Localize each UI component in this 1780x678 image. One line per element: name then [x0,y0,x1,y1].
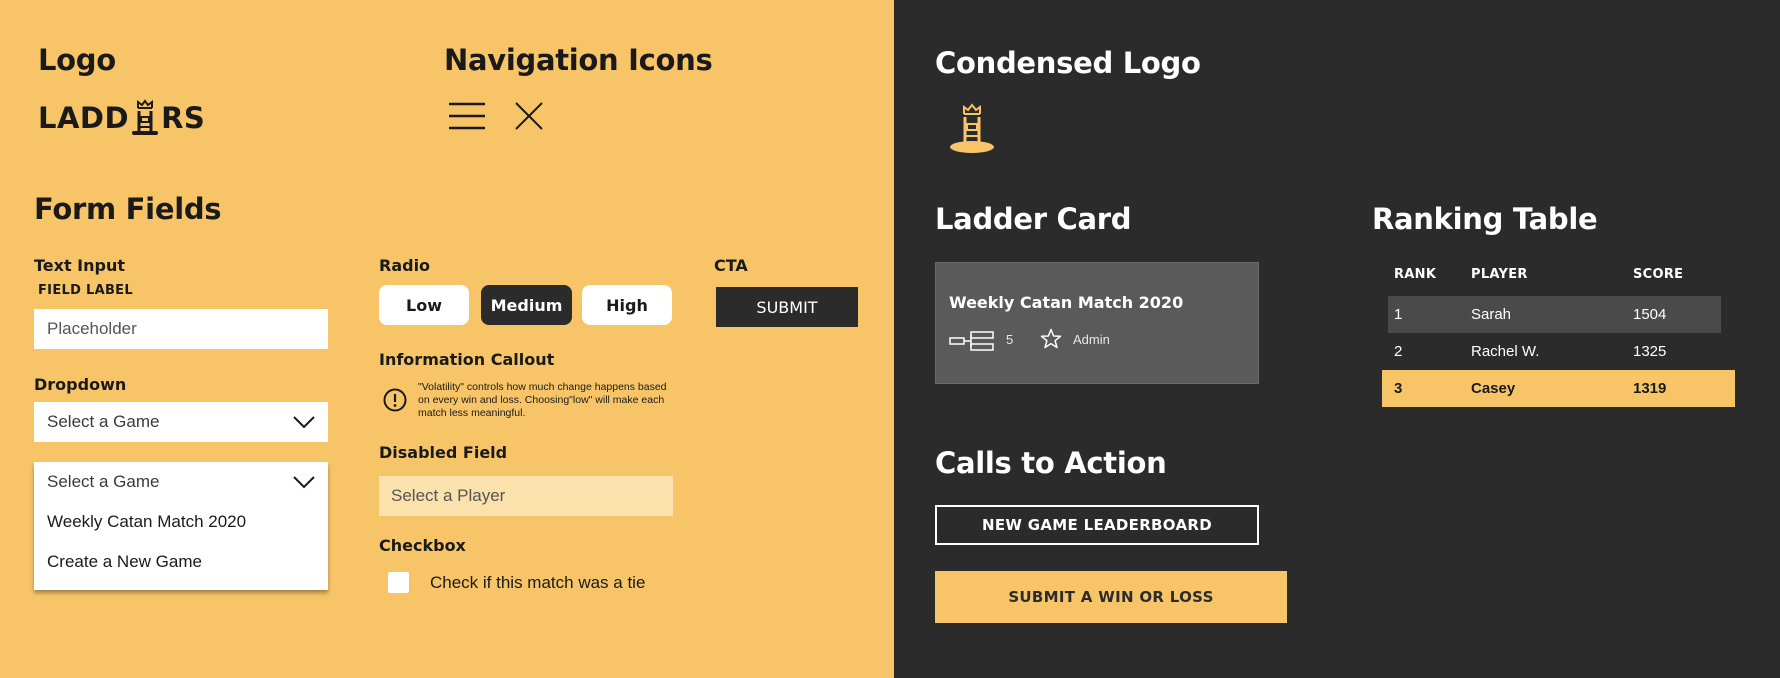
cta-title: CTA [714,256,748,275]
ladder-card-title: Weekly Catan Match 2020 [949,293,1184,312]
ladder-card-count: 5 [1006,332,1014,347]
player-cell: Casey [1471,380,1516,397]
dropdown-option[interactable]: Create a New Game [34,542,328,582]
logo-heading: Logo [38,43,116,77]
score-column-header: SCORE [1633,267,1684,282]
right-panel: Condensed Logo Ladder Card Weekly Catan … [894,0,1780,678]
score-cell: 1325 [1633,343,1667,360]
left-panel: Logo LADD RS Navigation Icons Form Field… [0,0,894,678]
chevron-down-icon [293,476,315,489]
tie-checkbox-label: Check if this match was a tie [430,573,646,592]
ladders-logo: LADD RS [38,98,205,138]
rank-cell: 1 [1394,306,1403,323]
ranking-table-heading: Ranking Table [1372,202,1598,236]
chevron-down-icon [293,416,315,429]
table-row-highlighted[interactable]: 3 Casey 1319 [1382,370,1735,407]
logo-text-end: RS [161,101,206,135]
score-cell: 1504 [1633,306,1667,323]
player-select-value: Select a Player [391,486,506,505]
ladder-card-heading: Ladder Card [935,202,1132,236]
new-leaderboard-button[interactable]: NEW GAME LEADERBOARD [935,505,1259,545]
player-column-header: PLAYER [1471,267,1528,282]
ladder-card-role: Admin [1073,332,1110,347]
logo-text-start: LADD [38,101,130,135]
form-fields-heading: Form Fields [34,192,222,226]
text-input-field[interactable]: Placeholder [34,309,328,349]
radio-title: Radio [379,256,431,275]
field-label: FIELD LABEL [38,283,133,298]
player-cell: Rachel W. [1471,343,1540,360]
table-row[interactable]: 1 Sarah 1504 [1388,296,1721,333]
player-select-disabled: Select a Player [379,476,673,516]
close-icon[interactable] [514,101,544,131]
player-cell: Sarah [1471,306,1512,323]
table-row[interactable]: 2 Rachel W. 1325 [1388,333,1721,370]
ranking-table: RANK PLAYER SCORE 1 Sarah 1504 2 Rachel … [1372,256,1752,407]
game-select[interactable]: Select a Game [34,402,328,442]
radio-low[interactable]: Low [379,285,469,325]
dropdown-title: Dropdown [34,375,127,394]
radio-medium[interactable]: Medium [481,285,572,325]
calls-to-action-heading: Calls to Action [935,446,1167,480]
score-cell: 1319 [1633,380,1667,397]
condensed-logo-heading: Condensed Logo [935,46,1201,80]
rank-cell: 3 [1394,380,1403,397]
rank-column-header: RANK [1394,267,1437,282]
hamburger-menu-icon[interactable] [448,102,486,130]
ladder-crown-icon [132,99,159,135]
rank-cell: 2 [1394,343,1403,360]
text-input-placeholder: Placeholder [47,319,137,338]
submit-button[interactable]: SUBMIT [716,287,858,327]
ladder-card[interactable]: Weekly Catan Match 2020 5 Admin [935,262,1259,384]
info-callout-title: Information Callout [379,350,555,369]
text-input-title: Text Input [34,256,126,275]
info-icon [383,388,407,412]
submit-result-button[interactable]: SUBMIT A WIN OR LOSS [935,571,1287,623]
game-select-value: Select a Game [47,412,160,431]
tie-checkbox[interactable] [388,572,409,593]
ladder-crown-icon [950,103,994,153]
game-select-open-value: Select a Game [47,472,160,491]
dropdown-option[interactable]: Weekly Catan Match 2020 [34,502,328,542]
game-select-open[interactable]: Select a Game Weekly Catan Match 2020 Cr… [34,462,328,590]
radio-high[interactable]: High [582,285,672,325]
checkbox-title: Checkbox [379,536,466,555]
disabled-field-title: Disabled Field [379,443,508,462]
bracket-icon [949,331,994,351]
info-callout-text: "Volatility" controls how much change ha… [418,381,667,419]
star-icon [1040,328,1062,349]
nav-icons-heading: Navigation Icons [444,43,713,77]
game-select-open-head[interactable]: Select a Game [34,462,328,502]
